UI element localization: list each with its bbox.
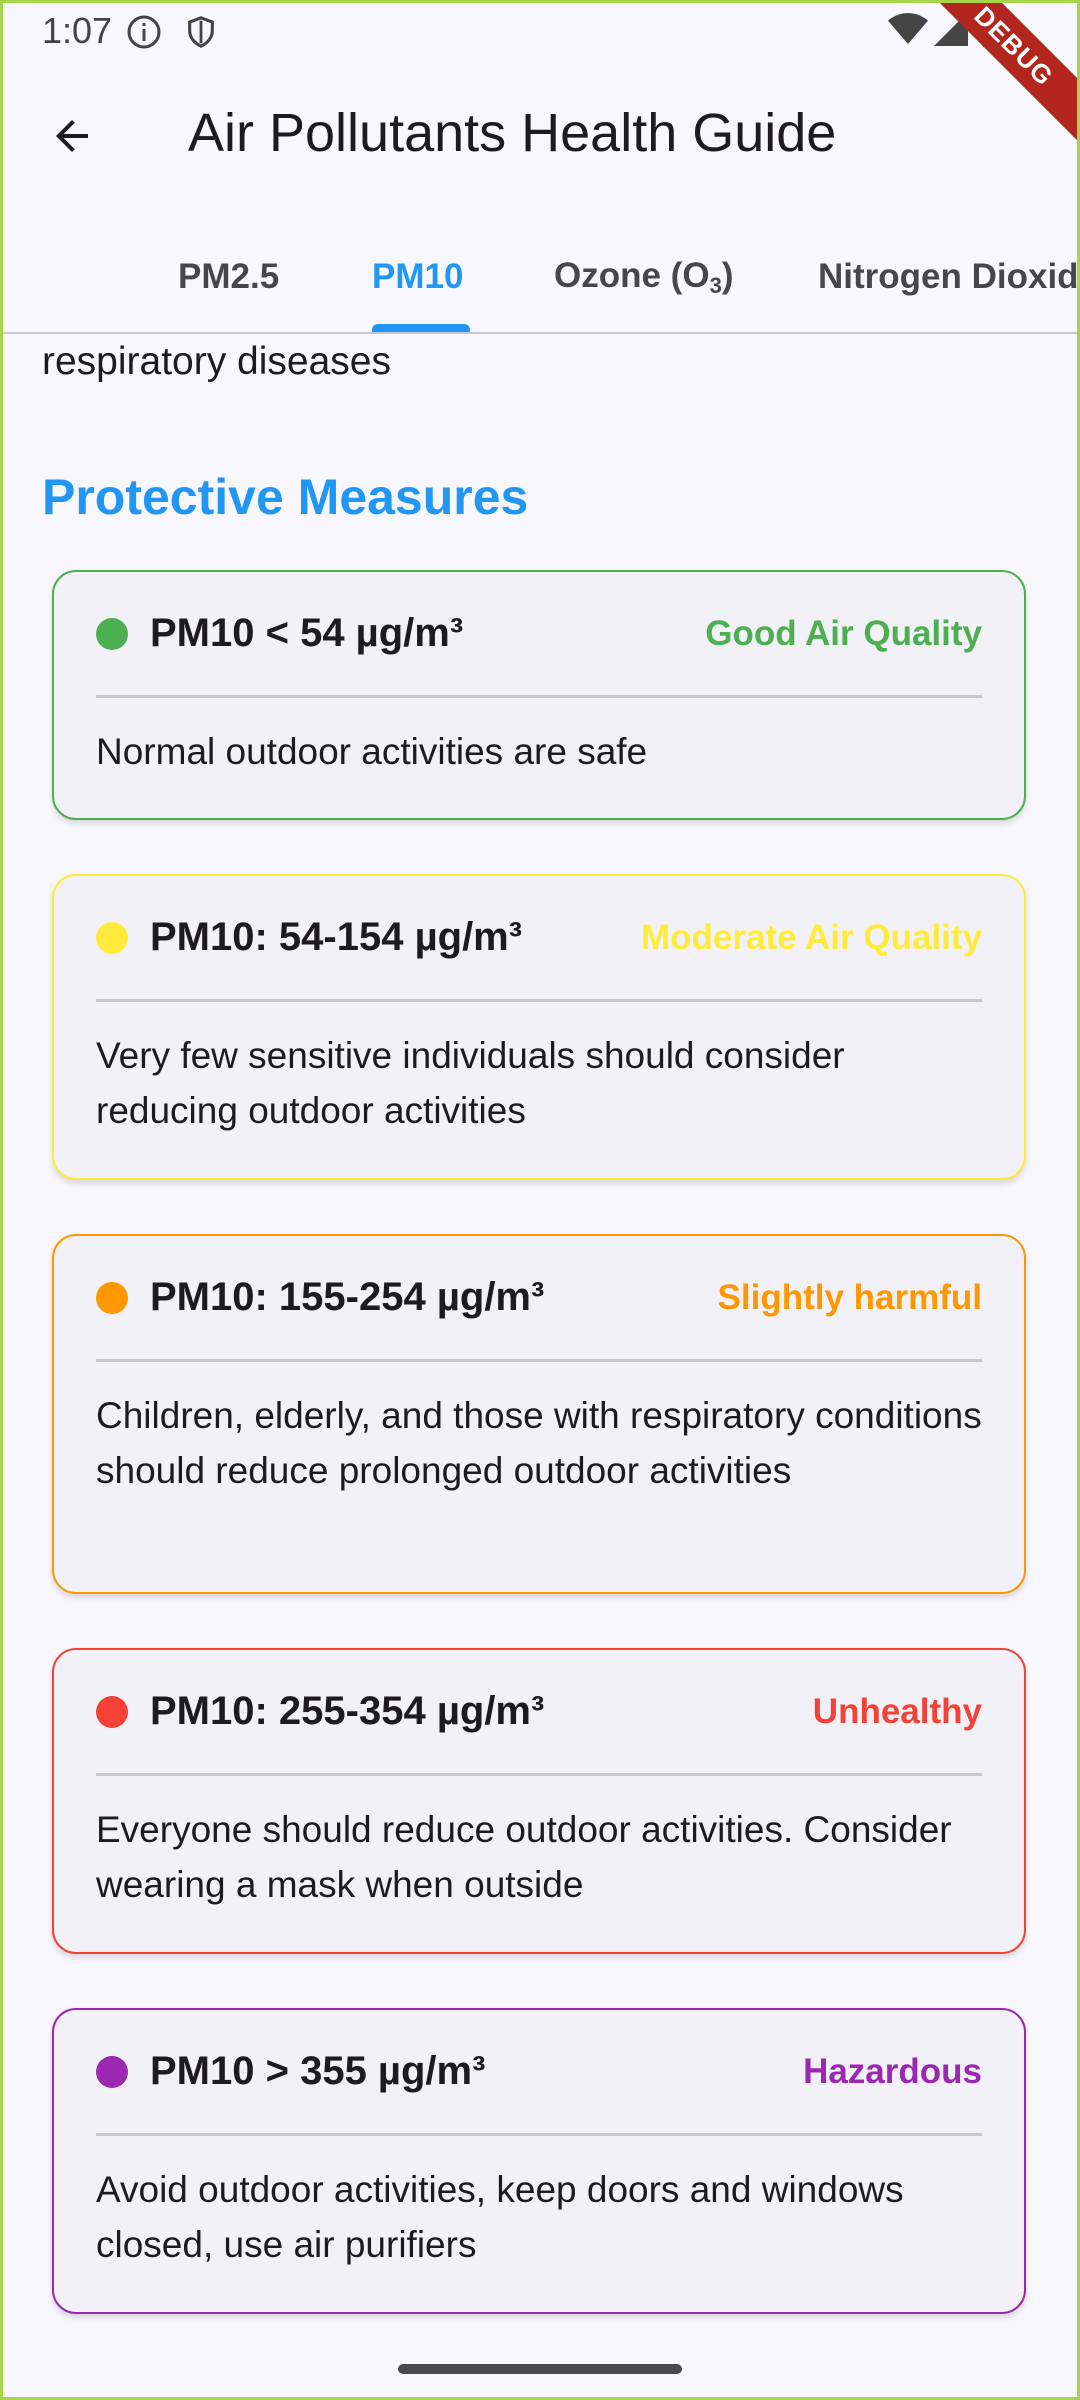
- status-dot-icon: [96, 2055, 128, 2088]
- tab-label: Nitrogen Dioxide: [818, 257, 1080, 296]
- wifi-icon: [888, 12, 928, 51]
- status-dot-icon: [96, 921, 128, 954]
- level-label: Unhealthy: [812, 1691, 982, 1731]
- level-label: Moderate Air Quality: [641, 917, 982, 957]
- level-advice: Very few sensitive individuals should co…: [96, 1035, 845, 1131]
- level-advice: Normal outdoor activities are safe: [96, 731, 648, 772]
- level-card-slightly-harmful: PM10: 155-254 µg/m³ Slightly harmful Chi…: [52, 1234, 1026, 1594]
- card-header: PM10: 255-354 µg/m³ Unhealthy: [96, 1650, 982, 1776]
- level-label: Good Air Quality: [705, 613, 982, 653]
- gesture-nav-handle[interactable]: [398, 2364, 682, 2374]
- back-button[interactable]: [36, 102, 108, 174]
- status-dot-icon: [96, 617, 128, 650]
- status-dot-icon: [96, 1695, 128, 1728]
- level-range: PM10: 255-354 µg/m³: [150, 1689, 545, 1733]
- tab-label: PM10: [372, 257, 464, 296]
- card-header: PM10 < 54 µg/m³ Good Air Quality: [96, 572, 982, 698]
- level-range: PM10 > 355 µg/m³: [150, 2049, 486, 2093]
- description-text-tail: respiratory diseases: [42, 340, 391, 383]
- tab-ozone[interactable]: Ozone (O3): [554, 222, 733, 332]
- level-advice: Everyone should reduce outdoor activitie…: [96, 1809, 952, 1905]
- level-range: PM10 < 54 µg/m³: [150, 611, 464, 655]
- level-card-moderate: PM10: 54-154 µg/m³ Moderate Air Quality …: [52, 874, 1026, 1180]
- app-bar: Air Pollutants Health Guide: [0, 64, 1080, 208]
- level-advice: Children, elderly, and those with respir…: [96, 1395, 982, 1491]
- level-label: Slightly harmful: [717, 1277, 982, 1317]
- active-tab-indicator: [372, 324, 470, 332]
- level-card-unhealthy: PM10: 255-354 µg/m³ Unhealthy Everyone s…: [52, 1648, 1026, 1954]
- page-title: Air Pollutants Health Guide: [188, 103, 837, 163]
- status-time: 1:07: [42, 10, 113, 51]
- tab-pm10[interactable]: PM10: [372, 222, 463, 332]
- status-bar: 1:07: [0, 0, 1080, 64]
- section-title: Protective Measures: [42, 469, 529, 525]
- info-circle-icon: [126, 14, 162, 55]
- tab-label: PM2.5: [178, 257, 280, 296]
- shield-icon: [184, 14, 218, 55]
- level-card-good: PM10 < 54 µg/m³ Good Air Quality Normal …: [52, 570, 1026, 820]
- level-label: Hazardous: [803, 2051, 982, 2091]
- card-header: PM10: 54-154 µg/m³ Moderate Air Quality: [96, 876, 982, 1002]
- tab-nitrogen-dioxide[interactable]: Nitrogen Dioxide: [818, 222, 1080, 332]
- card-header: PM10 > 355 µg/m³ Hazardous: [96, 2010, 982, 2136]
- level-range: PM10: 155-254 µg/m³: [150, 1275, 545, 1319]
- card-header: PM10: 155-254 µg/m³ Slightly harmful: [96, 1236, 982, 1362]
- level-card-hazardous: PM10 > 355 µg/m³ Hazardous Avoid outdoor…: [52, 2008, 1026, 2314]
- tab-label: Ozone (O3): [554, 255, 734, 298]
- level-range: PM10: 54-154 µg/m³: [150, 915, 523, 959]
- pollutant-tab-bar: PM2.5 PM10 Ozone (O3) Nitrogen Dioxide: [0, 222, 1080, 334]
- status-dot-icon: [96, 1281, 128, 1314]
- tab-pm25[interactable]: PM2.5: [178, 222, 279, 332]
- level-advice: Avoid outdoor activities, keep doors and…: [96, 2169, 904, 2265]
- arrow-left-icon: [48, 112, 96, 165]
